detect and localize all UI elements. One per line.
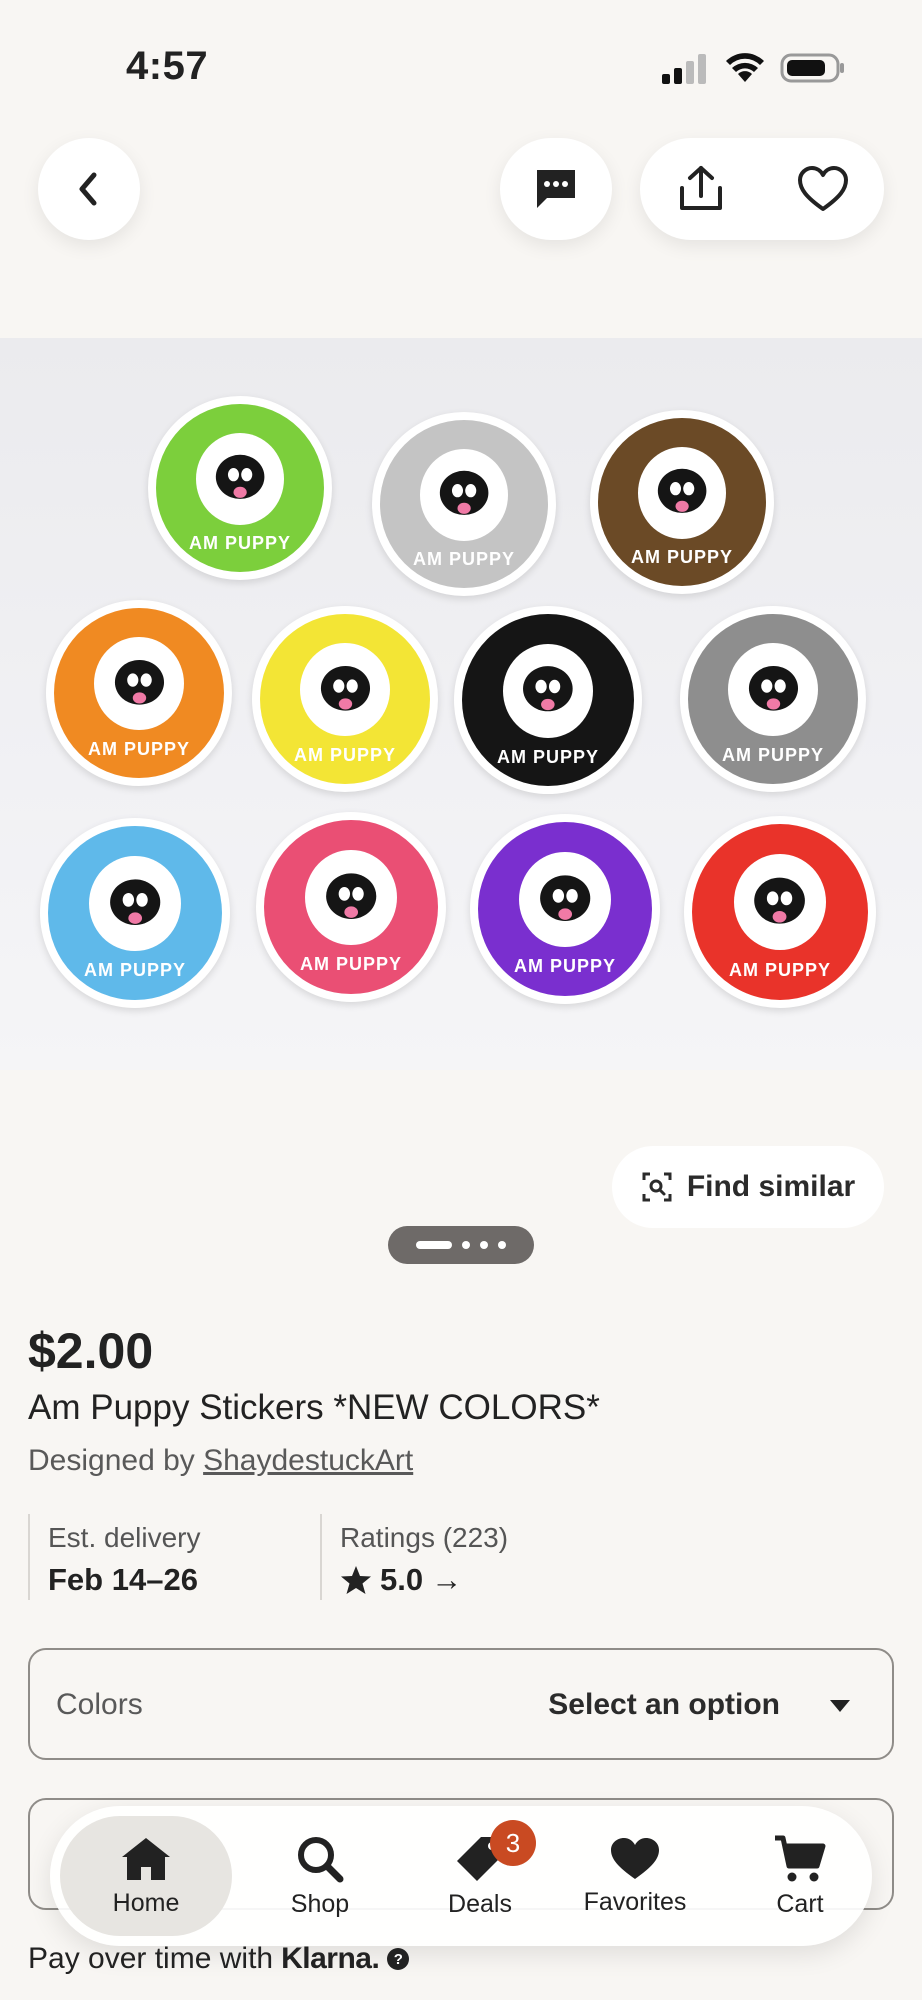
pager-dot	[462, 1241, 470, 1249]
find-similar-label: Find similar	[686, 1170, 856, 1203]
message-seller-button[interactable]	[500, 138, 612, 240]
product-image[interactable]: AM PUPPY AM PUPPY AM PUPPY AM PUPPY AM P…	[0, 338, 922, 1070]
sticker-black: AM PUPPY	[454, 606, 642, 794]
heart-outline-icon	[798, 166, 848, 211]
dog-face-icon	[109, 879, 161, 925]
colors-value: Select an option	[548, 1688, 780, 1721]
klarna-logo: Klarna.	[281, 1942, 380, 1975]
dog-face-icon	[215, 455, 265, 500]
deals-badge: 3	[490, 1820, 536, 1866]
battery-icon	[780, 53, 844, 83]
heart-icon	[611, 1837, 659, 1879]
sticker-purple: AM PUPPY	[470, 814, 660, 1004]
ratings-value-row: 5.0 →	[340, 1562, 620, 1598]
sticker-brown: AM PUPPY	[590, 410, 774, 594]
sticker-label: AM PUPPY	[293, 744, 397, 765]
share-button[interactable]	[640, 138, 762, 240]
share-favorite-group	[640, 138, 884, 240]
tab-home-label: Home	[112, 1888, 180, 1917]
designed-by-prefix: Designed by	[28, 1444, 204, 1477]
dog-face-icon	[539, 875, 591, 921]
sticker-orange: AM PUPPY	[46, 600, 232, 786]
back-button[interactable]	[38, 138, 140, 240]
pager-dot	[498, 1241, 506, 1249]
share-icon	[680, 166, 722, 210]
sticker-pink: AM PUPPY	[256, 812, 446, 1002]
sticker-label: AM PUPPY	[630, 547, 734, 568]
dog-face-icon	[320, 665, 370, 711]
tab-shop[interactable]: Shop	[260, 1806, 380, 1946]
chevron-left-icon	[79, 172, 97, 206]
sticker-label: AM PUPPY	[188, 533, 292, 554]
tab-home[interactable]: Home	[60, 1806, 232, 1946]
shop-name-link[interactable]: ShaydestuckArt	[203, 1444, 413, 1477]
klarna-promo[interactable]: Pay over time with Klarna. ?	[28, 1942, 410, 1976]
klarna-text: Pay over time with	[28, 1942, 274, 1975]
product-title: Am Puppy Stickers *NEW COLORS*	[28, 1388, 600, 1427]
dog-face-icon	[748, 665, 798, 711]
dog-face-icon	[325, 873, 377, 919]
colors-select[interactable]: Colors Select an option	[28, 1648, 894, 1760]
ratings-info[interactable]: Ratings (223) 5.0 →	[320, 1514, 620, 1600]
tab-shop-label: Shop	[290, 1889, 350, 1918]
message-icon	[537, 170, 575, 208]
product-price: $2.00	[28, 1323, 154, 1379]
cart-icon	[775, 1835, 826, 1881]
dog-face-icon	[657, 469, 707, 514]
find-similar-button[interactable]: Find similar	[612, 1146, 884, 1228]
sticker-yellow: AM PUPPY	[252, 606, 438, 792]
pager-dot	[480, 1241, 488, 1249]
cellular-signal-icon	[662, 54, 706, 84]
star-icon	[341, 1566, 371, 1594]
sticker-label: AM PUPPY	[513, 956, 617, 977]
status-bar: 4:57	[0, 0, 922, 120]
sticker-gray-dark: AM PUPPY	[680, 606, 866, 792]
tab-deals-label: Deals	[448, 1889, 512, 1918]
sticker-label: AM PUPPY	[721, 744, 825, 765]
sticker-label: AM PUPPY	[412, 549, 516, 570]
sticker-green: AM PUPPY	[148, 396, 332, 580]
carousel-pager[interactable]	[388, 1226, 534, 1264]
sticker-gray-light: AM PUPPY	[372, 412, 556, 596]
colors-label: Colors	[56, 1688, 143, 1721]
image-search-icon	[642, 1172, 672, 1202]
sticker-blue: AM PUPPY	[40, 818, 230, 1008]
tab-favorites-label: Favorites	[583, 1887, 687, 1916]
dog-face-icon	[523, 666, 573, 712]
sticker-red: AM PUPPY	[684, 816, 876, 1008]
delivery-label: Est. delivery	[48, 1522, 201, 1553]
caret-down-icon	[830, 1700, 850, 1712]
sticker-label: AM PUPPY	[728, 960, 832, 981]
tab-deals[interactable]: Deals 3	[400, 1806, 560, 1946]
sticker-label: AM PUPPY	[83, 960, 187, 981]
search-icon	[298, 1836, 344, 1882]
status-time: 4:57	[126, 44, 209, 88]
pager-active-indicator	[416, 1241, 452, 1249]
tab-cart[interactable]: Cart	[740, 1806, 860, 1946]
help-icon[interactable]: ?	[387, 1948, 410, 1970]
home-icon	[122, 1837, 170, 1880]
dog-face-icon	[439, 471, 489, 516]
sticker-label: AM PUPPY	[299, 954, 403, 975]
dog-face-icon	[754, 877, 806, 924]
wifi-icon	[726, 53, 764, 82]
sticker-label: AM PUPPY	[87, 738, 191, 759]
info-row: Est. delivery Feb 14–26 Ratings (223) 5.…	[28, 1514, 728, 1600]
tab-favorites[interactable]: Favorites	[550, 1806, 720, 1946]
delivery-info: Est. delivery Feb 14–26	[28, 1514, 320, 1600]
ratings-value: 5.0	[380, 1562, 424, 1597]
sticker-label: AM PUPPY	[496, 746, 600, 767]
delivery-value: Feb 14–26	[48, 1562, 198, 1597]
dog-face-icon	[114, 659, 164, 705]
arrow-right-icon: →	[431, 1562, 463, 1597]
tab-cart-label: Cart	[776, 1889, 824, 1918]
ratings-label: Ratings (223)	[340, 1522, 509, 1553]
bottom-tab-bar: Home Shop Deals 3 Favorites Cart	[50, 1806, 872, 1946]
designed-by: Designed by ShaydestuckArt	[28, 1444, 413, 1478]
favorite-button[interactable]	[762, 138, 884, 240]
